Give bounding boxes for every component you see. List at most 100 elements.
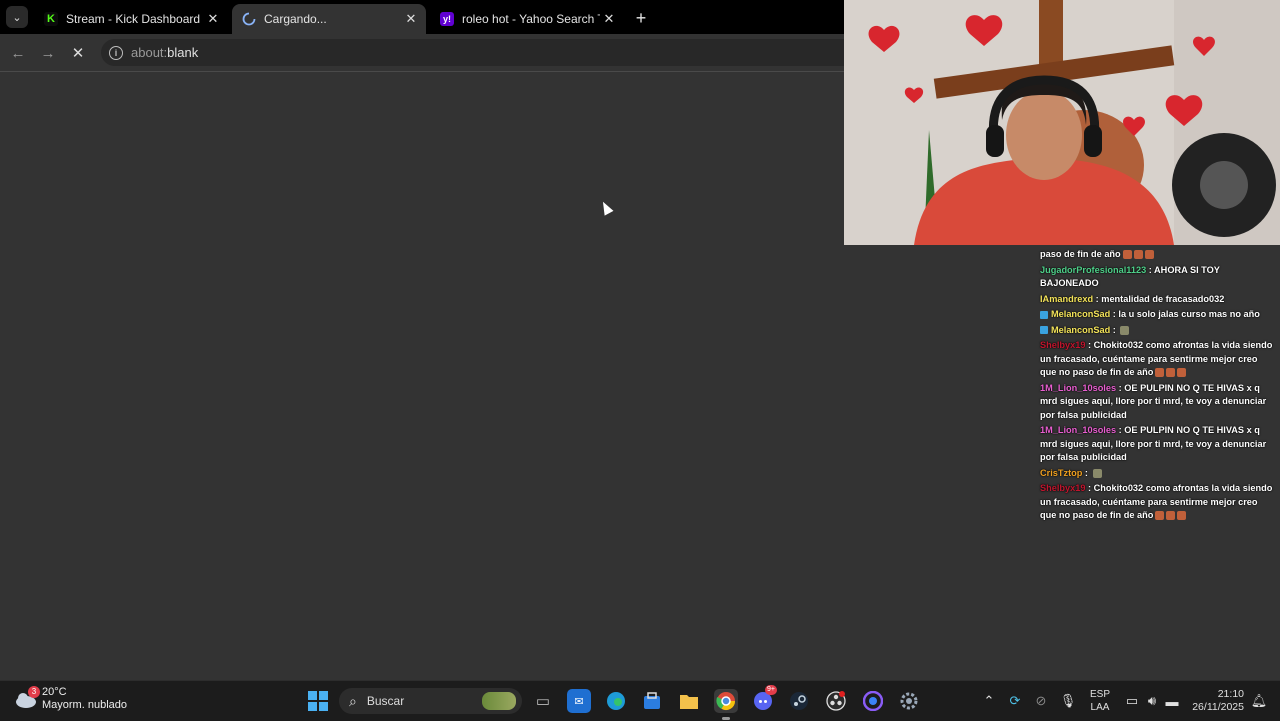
chrome-icon[interactable]: [714, 689, 738, 713]
chat-message: paso de fin de año: [1040, 248, 1276, 262]
chat-emote-icon: [1166, 511, 1176, 521]
url-path: blank: [167, 45, 199, 60]
webcam-overlay: [844, 0, 1280, 245]
lang-line1: ESP: [1090, 689, 1111, 700]
chat-message: 1M_Lion_10soles : OE PULPIN NO Q TE HIVA…: [1040, 424, 1276, 465]
battery-icon[interactable]: ▬: [1163, 691, 1181, 711]
tab-search-chevron-icon[interactable]: ⌄: [6, 6, 28, 28]
chat-text: mentalidad de fracasado032: [1101, 293, 1225, 304]
tab-title: Stream - Kick Dashboard: [66, 12, 201, 26]
outlook-icon[interactable]: ✉: [567, 689, 591, 713]
yahoo-logo-icon: y!: [440, 12, 454, 26]
chat-username: IAmandrexd: [1040, 293, 1094, 304]
chat-emote-icon: [1155, 368, 1165, 378]
discord-icon[interactable]: 9+: [751, 685, 777, 713]
discord-notification-badge: 9+: [765, 685, 777, 695]
chat-separator: :: [1082, 467, 1091, 478]
chevron-up-icon[interactable]: ⌃: [980, 691, 998, 711]
task-view-icon[interactable]: ▭: [531, 689, 555, 713]
forward-arrow-icon[interactable]: →: [38, 43, 58, 63]
chat-text: paso de fin de año: [1040, 249, 1121, 259]
lang-line2: LAA: [1090, 702, 1110, 713]
chat-message: CrisTztop :: [1040, 467, 1276, 481]
settings-icon[interactable]: [897, 689, 921, 713]
back-arrow-icon[interactable]: ←: [8, 43, 28, 63]
address-bar[interactable]: i about: blank: [101, 39, 861, 66]
mouse-cursor-icon: [598, 199, 614, 216]
chat-separator: :: [1110, 324, 1119, 335]
search-placeholder: Buscar: [366, 694, 405, 708]
chat-message: Shelbyx19 : Chokito032 como afrontas la …: [1040, 339, 1276, 380]
weather-widget[interactable]: 3 20°C Mayorm. nublado: [14, 686, 127, 712]
display-icon[interactable]: ▭: [1123, 691, 1141, 711]
steam-icon[interactable]: [787, 689, 811, 713]
sync-icon[interactable]: ⟳: [1006, 691, 1024, 711]
loading-spinner-icon: [242, 12, 256, 26]
language-indicator[interactable]: ESP LAA: [1090, 688, 1110, 714]
subscriber-badge-icon: [1040, 310, 1048, 319]
chat-message: MelanconSad : la u solo jalas curso mas …: [1040, 308, 1276, 322]
kick-logo-icon: K: [44, 12, 58, 26]
tab-kick-dashboard[interactable]: K Stream - Kick Dashboard ✕: [34, 4, 228, 34]
edge-icon[interactable]: [604, 689, 628, 713]
weather-badge: 3: [28, 686, 40, 698]
store-icon[interactable]: [640, 689, 664, 713]
chat-username: MelanconSad: [1051, 309, 1111, 319]
chat-emote-icon: [1092, 468, 1102, 478]
weather-desc: Mayorm. nublado: [42, 699, 127, 711]
chat-message: Shelbyx19 : Chokito032 como afrontas la …: [1040, 482, 1276, 523]
chat-message: IAmandrexd : mentalidad de fracasado032: [1040, 293, 1276, 307]
close-tab-icon[interactable]: ✕: [600, 10, 618, 28]
chat-emote-icon: [1122, 250, 1132, 260]
clock-date: 26/11/2025: [1192, 701, 1244, 713]
chat-emote-icon: [1166, 368, 1176, 378]
tab-loading[interactable]: Cargando... ✕: [232, 4, 426, 34]
chat-emote-icon: [1144, 250, 1154, 260]
stream-chat-overlay: paso de fin de año JugadorProfesional1123…: [1036, 248, 1276, 525]
microphone-icon[interactable]: 🎙︎: [1059, 691, 1077, 711]
search-highlight-icon: [482, 692, 516, 710]
chat-username: 1M_Lion_10soles: [1040, 382, 1117, 393]
tab-title: roleo hot - Yahoo Search Tus re: [462, 12, 600, 26]
taskbar: 3 20°C Mayorm. nublado ⌕ Buscar ▭ ✉ 9+ ⌃…: [0, 680, 1280, 721]
app-icon[interactable]: [861, 689, 885, 713]
windows-start-icon[interactable]: [308, 691, 328, 711]
weather-temp: 20°C: [42, 686, 67, 698]
clock[interactable]: 21:10 26/11/2025: [1192, 688, 1244, 714]
tab-title: Cargando...: [264, 12, 327, 26]
obs-icon[interactable]: [824, 689, 848, 713]
chat-message: 1M_Lion_10soles : OE PULPIN NO Q TE HIVA…: [1040, 382, 1276, 423]
chat-username: 1M_Lion_10soles: [1040, 425, 1117, 435]
chat-username: Shelbyx19: [1040, 483, 1086, 493]
tab-yahoo-search[interactable]: y! roleo hot - Yahoo Search Tus re ✕: [430, 4, 624, 34]
site-info-icon[interactable]: i: [109, 45, 123, 60]
chat-username: CrisTztop: [1040, 467, 1083, 478]
chat-username: MelanconSad: [1051, 324, 1111, 335]
chat-emote-icon: [1177, 368, 1187, 378]
new-tab-button[interactable]: +: [630, 8, 652, 28]
chat-message: MelanconSad :: [1040, 324, 1276, 338]
cloud-weather-icon: 3: [14, 686, 40, 710]
close-tab-icon[interactable]: ✕: [402, 10, 420, 28]
taskbar-search-box[interactable]: ⌕ Buscar: [339, 688, 522, 714]
chat-text: la u solo jalas curso mas no año: [1118, 309, 1260, 319]
chat-separator: :: [1146, 264, 1155, 275]
stop-loading-icon[interactable]: ✕: [68, 43, 88, 63]
chat-message: JugadorProfesional1123 : AHORA SI TOY BA…: [1040, 264, 1276, 291]
chat-username: Shelbyx19: [1040, 340, 1086, 350]
search-icon: ⌕: [349, 692, 357, 709]
subscriber-badge-icon: [1040, 326, 1048, 335]
chat-separator: :: [1085, 483, 1094, 493]
network-off-icon[interactable]: ⊘: [1032, 691, 1050, 711]
volume-icon[interactable]: 🔊︎: [1143, 691, 1161, 711]
close-tab-icon[interactable]: ✕: [204, 10, 222, 28]
chat-emote-icon: [1155, 511, 1165, 521]
chat-emote-icon: [1133, 250, 1143, 260]
clock-time: 21:10: [1217, 688, 1244, 700]
chat-separator: :: [1085, 340, 1094, 350]
file-explorer-icon[interactable]: [677, 689, 701, 713]
chat-emote-icon: [1120, 325, 1130, 335]
chat-emote-icon: [1177, 511, 1187, 521]
url-scheme: about:: [131, 45, 168, 60]
notifications-bell-icon[interactable]: 🔔︎: [1250, 691, 1268, 711]
